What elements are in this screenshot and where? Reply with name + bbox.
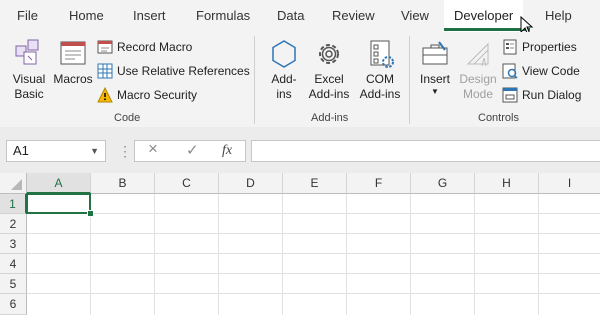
name-box[interactable]: A1 ▼ [6,140,106,162]
column-header-c[interactable]: C [155,173,219,194]
active-tab-indicator [444,28,530,31]
tab-insert[interactable]: Insert [133,8,166,23]
formula-input[interactable] [251,140,600,162]
select-all-button[interactable] [0,173,27,194]
gear-icon [319,44,339,64]
visual-basic-label-2: Basic [14,87,44,101]
column-header-h[interactable]: H [475,173,539,194]
visual-basic-icon [15,39,39,65]
use-relative-references-label: Use Relative References [117,64,250,78]
fill-handle[interactable] [87,210,94,217]
addins-icon [272,40,296,68]
column-header-e[interactable]: E [283,173,347,194]
column-header-f[interactable]: F [347,173,411,194]
tab-data[interactable]: Data [277,8,304,23]
row-header-2[interactable]: 2 [0,214,27,234]
addins-group-label: Add-ins [311,112,349,124]
name-box-value: A1 [13,143,29,158]
design-mode-button[interactable]: Design Mode [456,38,500,102]
active-cell-a1[interactable] [26,193,91,214]
group-separator [409,36,410,124]
select-all-triangle-icon [11,179,22,190]
gridline [27,253,600,254]
com-addins-label-1: COM [366,72,394,86]
column-header-a[interactable]: A [27,173,91,194]
insert-label: Insert [419,72,450,86]
com-addins-button[interactable]: COM Add-ins [356,38,404,102]
view-code-label: View Code [522,64,580,78]
row-header-5[interactable]: 5 [0,274,27,294]
relative-references-icon [97,63,113,79]
excel-addins-label-1: Excel [314,72,344,86]
view-code-icon [502,63,518,79]
visual-basic-button[interactable]: Visual Basic [6,38,52,102]
code-group-label: Code [114,112,141,124]
record-macro-label: Record Macro [117,40,193,54]
design-mode-label-1: Design [459,72,497,86]
row-header-6[interactable]: 6 [0,294,27,315]
cancel-icon[interactable]: × [148,139,158,159]
run-dialog-icon [502,87,518,103]
macros-button[interactable]: Macros [52,38,94,87]
design-mode-label-2: Mode [462,87,494,101]
macro-security-label: Macro Security [117,88,198,102]
record-macro-icon [97,40,113,54]
insert-function-icon[interactable]: fx [222,143,232,159]
column-header-d[interactable]: D [219,173,283,194]
column-header-b[interactable]: B [91,173,155,194]
group-separator [254,36,255,124]
insert-controls-button[interactable]: Insert ▼ [416,38,454,97]
ribbon-tab-bar: File Home Insert Formulas Data Review Vi… [0,0,600,36]
column-header-g[interactable]: G [411,173,475,194]
warning-icon [97,87,113,103]
com-addins-label-2: Add-ins [359,87,401,101]
column-header-i[interactable]: I [539,173,600,194]
addins-label-1: Add- [271,72,297,86]
gridline [27,293,600,294]
gridline [27,213,600,214]
macros-icon [60,41,86,65]
com-addins-icon [370,40,394,68]
properties-label: Properties [522,40,577,54]
addins-label-2: ins [276,87,292,101]
macros-label: Macros [53,72,93,86]
design-mode-icon [466,42,489,67]
gridline [27,233,600,234]
chevron-down-icon: ▼ [431,87,439,96]
excel-addins-label-2: Add-ins [308,87,350,101]
properties-icon [503,39,517,55]
tab-view[interactable]: View [401,8,429,23]
row-header-3[interactable]: 3 [0,234,27,254]
row-header-1[interactable]: 1 [0,194,27,214]
run-dialog-label: Run Dialog [522,88,582,102]
tab-file[interactable]: File [17,8,38,23]
drag-handle-icon[interactable]: ⋮ [118,143,132,160]
row-header-4[interactable]: 4 [0,254,27,274]
chevron-down-icon[interactable]: ▼ [90,141,99,161]
controls-group-label: Controls [478,112,519,124]
gridline [27,273,600,274]
tab-help[interactable]: Help [545,8,572,23]
tab-formulas[interactable]: Formulas [196,8,250,23]
tab-home[interactable]: Home [69,8,104,23]
tab-review[interactable]: Review [332,8,375,23]
addins-button[interactable]: Add- ins [264,38,304,102]
enter-icon[interactable]: ✓ [186,141,199,159]
visual-basic-label-1: Visual [12,72,46,86]
excel-addins-button[interactable]: Excel Add-ins [304,38,354,102]
toolbox-icon [422,41,448,65]
